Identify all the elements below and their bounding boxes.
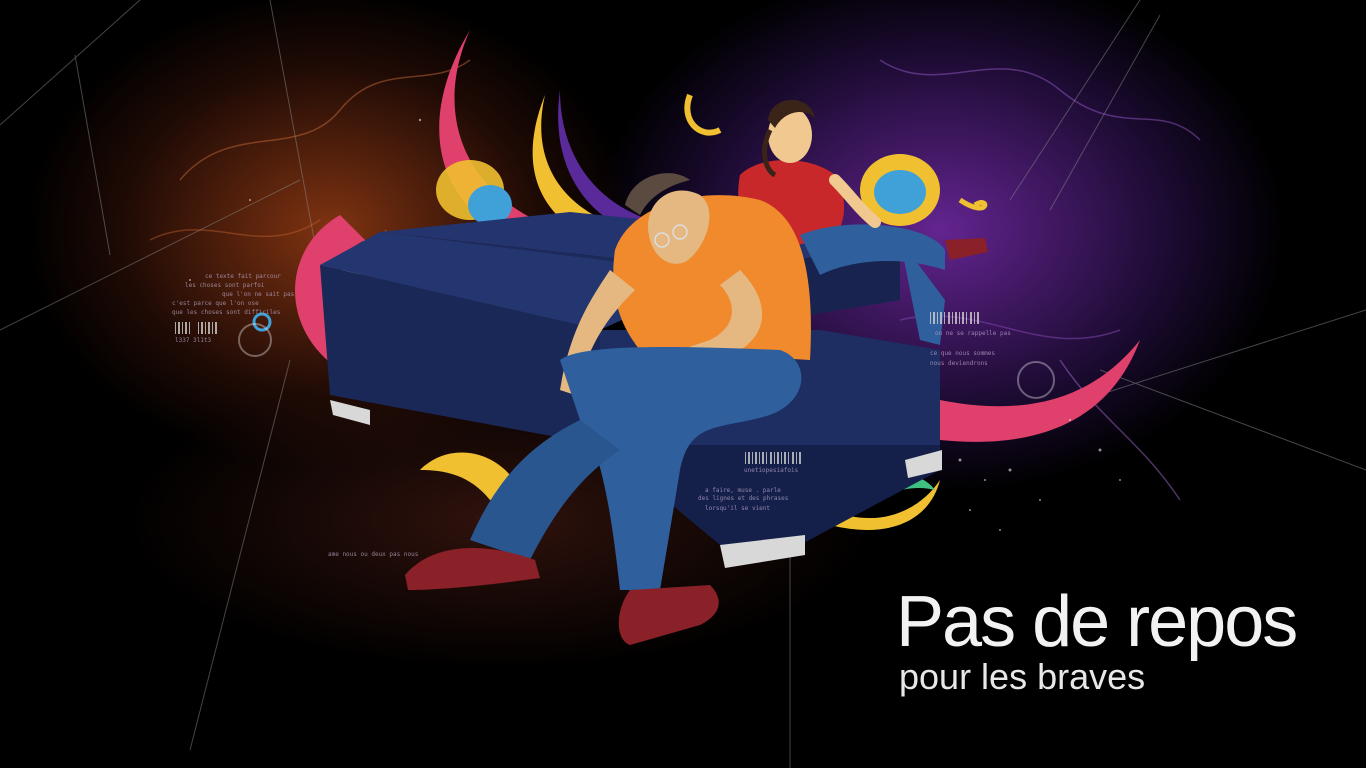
tiny-text-line: les choses sont parfoi [185,282,265,289]
tiny-text-line: ce texte fait parcour [205,273,281,280]
headline: Pas de repos [896,582,1298,662]
tiny-text-line: a faire, muse . parle [705,487,781,494]
tiny-text-line: lorsqu'il se vient [705,505,770,512]
tiny-text-line: on ne se rappelle pas [935,330,1011,337]
wallpaper: ce texte fait parcour les choses sont pa… [0,0,1366,768]
subline: pour les braves [899,656,1146,697]
tiny-text-line: que l'on ne sait pas [222,291,295,298]
tiny-text-line: que les choses sont difficiles [172,309,281,316]
tiny-text-line: l337 3l1t3 [175,337,212,344]
tiny-text-line: ce que nous sommes [930,350,995,357]
tiny-text-line: c'est parce que l'on ose [172,300,259,307]
tiny-text-line: ame nous ou deux pas nous [328,551,419,558]
tiny-text-line: nous deviendrons [930,360,988,367]
tiny-text-line: unetiopesiafois [744,467,799,474]
tiny-text-line: des lignes et des phrases [698,495,789,502]
